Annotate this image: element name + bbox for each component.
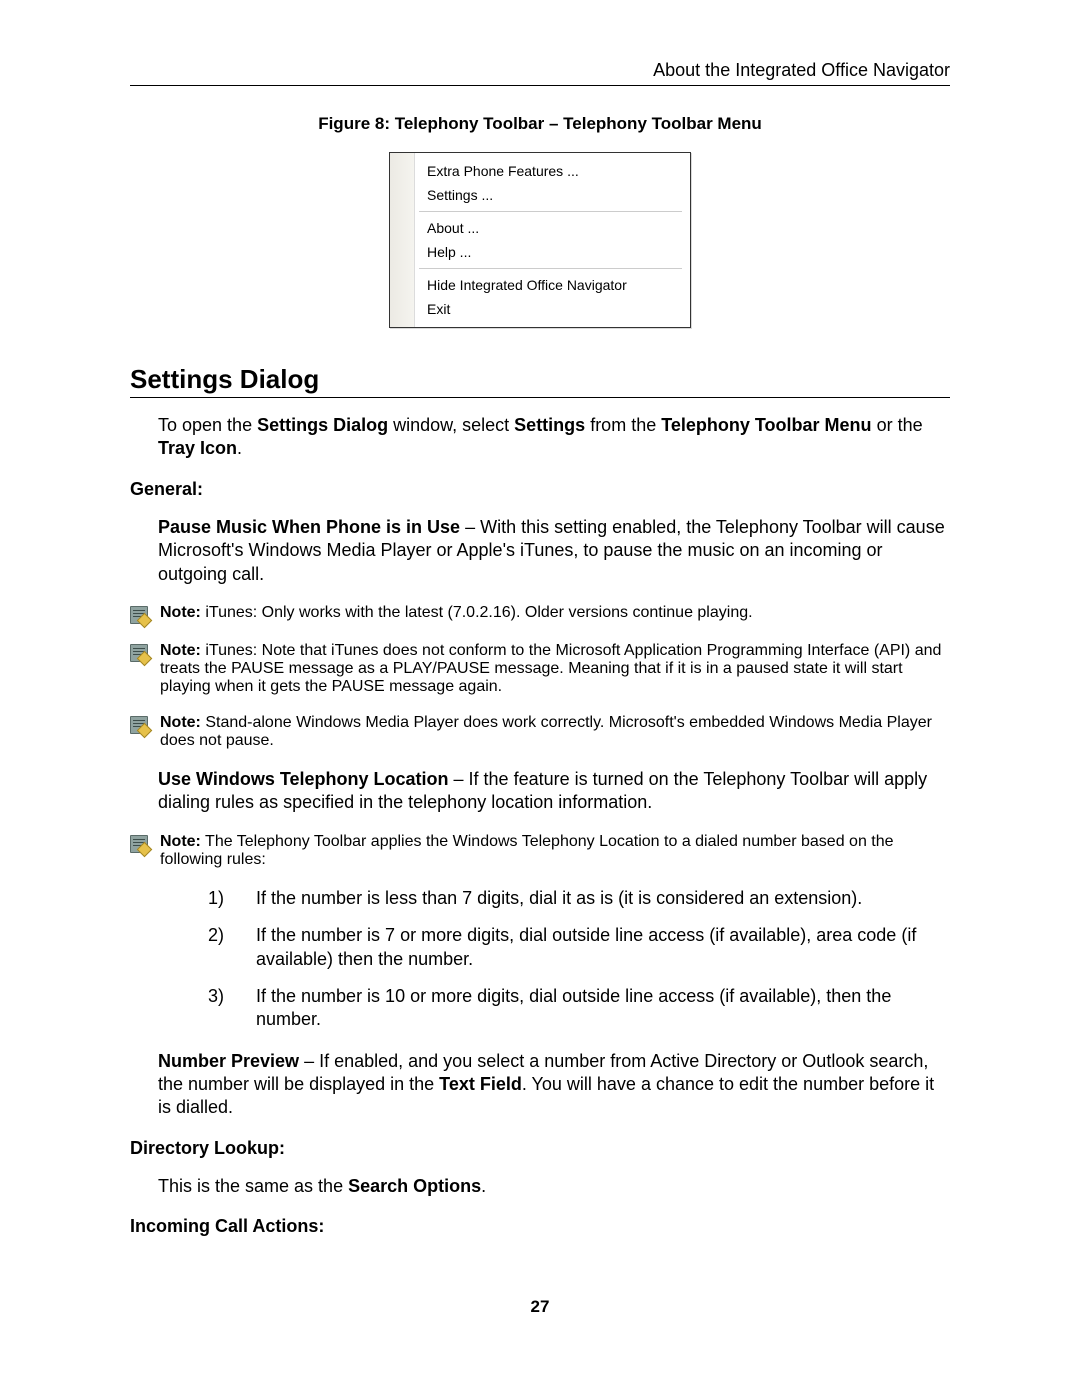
- note-row: Note: The Telephony Toolbar applies the …: [130, 833, 950, 869]
- note-label: Note:: [160, 642, 201, 659]
- list-number: 1): [188, 887, 256, 910]
- list-number: 3): [188, 985, 256, 1032]
- list-number: 2): [188, 924, 256, 971]
- menu-content: Extra Phone Features ... Settings ... Ab…: [415, 153, 690, 327]
- text-bold: Use Windows Telephony Location: [158, 769, 449, 789]
- text: Stand-alone Windows Media Player does wo…: [160, 714, 932, 749]
- list-text: If the number is less than 7 digits, dia…: [256, 887, 950, 910]
- page-number: 27: [130, 1297, 950, 1317]
- text: .: [237, 438, 242, 458]
- text-bold: Pause Music When Phone is in Use: [158, 517, 460, 537]
- text-bold: Settings: [514, 415, 585, 435]
- text-bold: Search Options: [348, 1176, 481, 1196]
- menu-item-exit[interactable]: Exit: [415, 297, 690, 321]
- text-bold: Telephony Toolbar Menu: [661, 415, 871, 435]
- text: The Telephony Toolbar applies the Window…: [160, 833, 894, 868]
- menu-item-about[interactable]: About ...: [415, 216, 690, 240]
- subhead-general: General:: [130, 479, 950, 500]
- menu-item-settings[interactable]: Settings ...: [415, 183, 690, 207]
- section-title: Settings Dialog: [130, 364, 950, 395]
- subhead-incoming-call-actions: Incoming Call Actions:: [130, 1216, 950, 1237]
- list-text: If the number is 7 or more digits, dial …: [256, 924, 950, 971]
- note-text: Note: iTunes: Note that iTunes does not …: [160, 642, 950, 696]
- intro-paragraph: To open the Settings Dialog window, sele…: [158, 414, 950, 461]
- text: iTunes: Only works with the latest (7.0.…: [201, 604, 753, 621]
- menu-item-help[interactable]: Help ...: [415, 240, 690, 264]
- document-page: About the Integrated Office Navigator Fi…: [0, 0, 1080, 1357]
- use-windows-telephony-paragraph: Use Windows Telephony Location – If the …: [158, 768, 950, 815]
- menu-item-extra-phone-features[interactable]: Extra Phone Features ...: [415, 159, 690, 183]
- note-row: Note: iTunes: Only works with the latest…: [130, 604, 950, 624]
- list-item: 2) If the number is 7 or more digits, di…: [188, 924, 950, 971]
- menu-gutter: [390, 153, 415, 327]
- text: window, select: [388, 415, 514, 435]
- text: This is the same as the: [158, 1176, 348, 1196]
- rules-list: 1) If the number is less than 7 digits, …: [188, 887, 950, 1032]
- menu-separator: [419, 211, 682, 212]
- text: .: [481, 1176, 486, 1196]
- text-bold: Tray Icon: [158, 438, 237, 458]
- note-label: Note:: [160, 833, 201, 850]
- list-item: 1) If the number is less than 7 digits, …: [188, 887, 950, 910]
- note-text: Note: iTunes: Only works with the latest…: [160, 604, 950, 622]
- section-rule: [130, 397, 950, 398]
- text: from the: [585, 415, 661, 435]
- number-preview-paragraph: Number Preview – If enabled, and you sel…: [158, 1050, 950, 1120]
- subhead-directory-lookup: Directory Lookup:: [130, 1138, 950, 1159]
- text-bold: Settings Dialog: [257, 415, 388, 435]
- menu-separator: [419, 268, 682, 269]
- text: To open the: [158, 415, 257, 435]
- pause-music-paragraph: Pause Music When Phone is in Use – With …: [158, 516, 950, 586]
- directory-lookup-paragraph: This is the same as the Search Options.: [158, 1175, 950, 1198]
- text: iTunes: Note that iTunes does not confor…: [160, 642, 941, 695]
- note-icon: [130, 606, 148, 624]
- note-icon: [130, 716, 148, 734]
- list-text: If the number is 10 or more digits, dial…: [256, 985, 950, 1032]
- list-item: 3) If the number is 10 or more digits, d…: [188, 985, 950, 1032]
- header-rule: [130, 85, 950, 86]
- note-text: Note: Stand-alone Windows Media Player d…: [160, 714, 950, 750]
- text-bold: Number Preview: [158, 1051, 299, 1071]
- note-icon: [130, 835, 148, 853]
- note-text: Note: The Telephony Toolbar applies the …: [160, 833, 950, 869]
- note-icon: [130, 644, 148, 662]
- telephony-toolbar-menu: Extra Phone Features ... Settings ... Ab…: [389, 152, 691, 328]
- figure-caption: Figure 8: Telephony Toolbar – Telephony …: [130, 114, 950, 134]
- text-bold: Text Field: [439, 1074, 522, 1094]
- note-label: Note:: [160, 604, 201, 621]
- note-row: Note: Stand-alone Windows Media Player d…: [130, 714, 950, 750]
- note-row: Note: iTunes: Note that iTunes does not …: [130, 642, 950, 696]
- note-label: Note:: [160, 714, 201, 731]
- menu-item-hide-integrated-office-navigator[interactable]: Hide Integrated Office Navigator: [415, 273, 690, 297]
- running-head: About the Integrated Office Navigator: [130, 60, 950, 81]
- text: or the: [872, 415, 923, 435]
